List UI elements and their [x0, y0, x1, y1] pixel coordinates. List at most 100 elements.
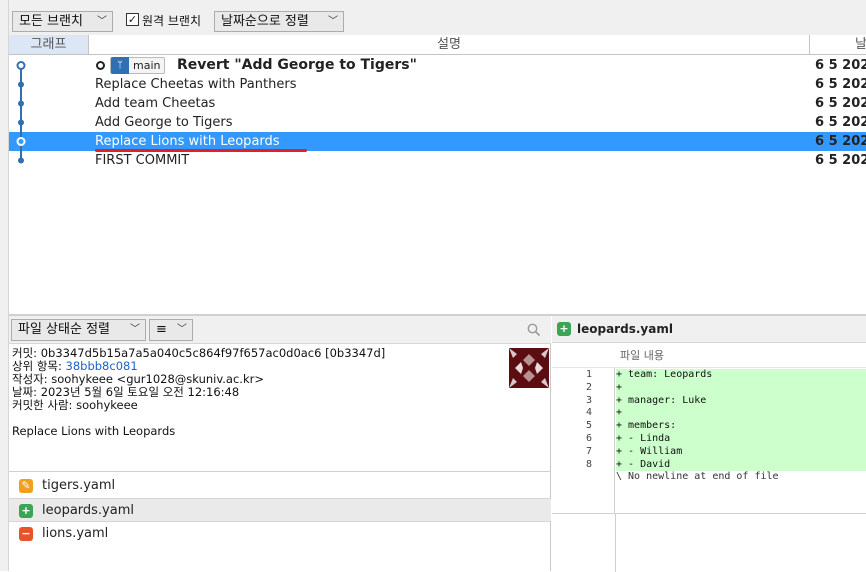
diff-pane: + leopards.yaml 파일 내용 1 2 3 4 5 6 7 8 + … [552, 316, 866, 572]
line-number: 7 [585, 445, 592, 457]
file-panel-toolbar: 파일 상태순 정렬 ﹀ ≡ ﹀ [9, 316, 551, 344]
branch-icon: ᛘ [111, 57, 129, 74]
red-annotation-underline [95, 149, 307, 152]
committer-value: soohykeee [76, 398, 138, 412]
diff-line-added: + [616, 381, 866, 395]
column-header-date-label: 날 [855, 37, 866, 52]
plus-icon: + [557, 322, 571, 336]
commit-hash-label: 커밋: [12, 346, 38, 360]
commit-date: 6 5 202 [815, 153, 866, 168]
commit-row[interactable]: Replace Cheetas with Panthers 6 5 202 [9, 75, 866, 94]
pencil-icon: ✎ [19, 479, 33, 493]
commit-row[interactable]: ᛘ main Revert "Add George to Tigers" 6 5… [9, 56, 866, 75]
line-number: 1 [585, 369, 592, 380]
file-row-selected[interactable]: + leopards.yaml [9, 498, 551, 522]
file-row[interactable]: − lions.yaml [9, 522, 551, 546]
file-row[interactable]: ✎ tigers.yaml [9, 474, 551, 498]
plus-icon: + [19, 504, 33, 518]
remote-branches-label: 원격 브랜치 [142, 14, 202, 28]
diff-line-added: + members: [616, 420, 866, 433]
graph-node-selected [16, 137, 26, 146]
window-top-edge [9, 0, 866, 9]
diff-line-added: + manager: Luke [616, 394, 866, 408]
column-header-description-label: 설명 [437, 37, 461, 52]
date-label: 날짜: [12, 385, 38, 399]
commit-detail-text: 커밋: 0b3347d5b15a7a5a040c5c864f97f657ac0d… [12, 347, 385, 438]
commit-date: 6 5 202 [815, 115, 866, 130]
line-number: 6 [585, 433, 592, 444]
commit-message: Revert "Add George to Tigers" [177, 57, 417, 73]
file-name: tigers.yaml [42, 478, 116, 493]
remote-branches-checkbox[interactable]: ✓ [126, 13, 139, 26]
commit-message: Add George to Tigers [95, 115, 233, 130]
list-view-icon: ≡ [156, 322, 167, 337]
window-left-edge [0, 0, 9, 571]
chevron-down-icon: ﹀ [130, 324, 140, 335]
commit-message: Add team Cheetas [95, 96, 216, 111]
commit-graph [16, 61, 26, 164]
graph-node [18, 157, 24, 164]
author-label: 작성자: [12, 372, 48, 386]
diff-no-newline-note: \ No newline at end of file [616, 471, 779, 483]
minus-icon: − [19, 527, 33, 541]
sort-dropdown[interactable]: 날짜순으로 정렬 ﹀ [214, 11, 344, 32]
view-mode-dropdown[interactable]: ≡ ﹀ [149, 319, 193, 341]
diff-empty-area [552, 513, 866, 572]
commit-date: 6 5 202 [815, 77, 866, 92]
commit-hash-value: 0b3347d5b15a7a5a040c5c864f97f657ac0d0ac6… [40, 346, 386, 360]
history-toolbar: 모든 브랜치 ﹀ ✓ 원격 브랜치 날짜순으로 정렬 ﹀ [9, 9, 866, 35]
branches-dropdown[interactable]: 모든 브랜치 ﹀ [12, 11, 113, 32]
diff-line-added: + [616, 407, 866, 421]
commit-list: ᛘ main Revert "Add George to Tigers" 6 5… [9, 56, 866, 314]
graph-node-head [16, 61, 26, 70]
chevron-down-icon: ﹀ [328, 16, 338, 27]
diff-line-added: + - David [616, 458, 866, 472]
commit-message: FIRST COMMIT [95, 153, 190, 168]
commit-row[interactable]: FIRST COMMIT 6 5 202 [9, 151, 866, 170]
diff-line-added: + - Linda [616, 433, 866, 446]
file-name: lions.yaml [42, 526, 109, 541]
diff-subheader: 파일 내용 [552, 343, 866, 368]
parent-commit-link[interactable]: 38bbb8c081 [66, 359, 138, 373]
parent-label: 상위 항목: [12, 359, 62, 373]
column-header-date[interactable]: 날 [810, 35, 866, 55]
commit-date: 6 5 202 [815, 58, 866, 73]
diff-code: + team: Leopards + + manager: Luke + + m… [616, 368, 866, 513]
line-number: 8 [585, 458, 592, 470]
avatar [509, 348, 549, 388]
commit-message: Replace Cheetas with Panthers [95, 77, 297, 92]
chevron-down-icon: ﹀ [177, 324, 187, 335]
committer-label: 커밋한 사람: [12, 398, 73, 412]
graph-node [18, 119, 24, 126]
chevron-down-icon: ﹀ [97, 16, 107, 27]
commit-row[interactable]: Add George to Tigers 6 5 202 [9, 113, 866, 132]
branch-badge-label: main [133, 59, 161, 72]
changed-files-list: ✎ tigers.yaml + leopards.yaml − lions.ya… [9, 471, 551, 571]
commit-date: 6 5 202 [815, 96, 866, 111]
column-header-description[interactable]: 설명 [89, 35, 810, 55]
sort-dropdown-label: 날짜순으로 정렬 [221, 14, 309, 29]
diff-subheader-label: 파일 내용 [620, 349, 664, 362]
line-number: 4 [585, 407, 592, 419]
graph-node [18, 81, 24, 88]
file-sort-dropdown[interactable]: 파일 상태순 정렬 ﹀ [11, 319, 146, 341]
date-value: 2023년 5월 6일 토요일 오전 12:16:48 [40, 385, 240, 399]
branches-dropdown-label: 모든 브랜치 [19, 14, 83, 29]
commit-detail-pane: 파일 상태순 정렬 ﹀ ≡ ﹀ 커밋: 0b3347d5b15a7a5a040c… [9, 316, 551, 571]
diff-filename: leopards.yaml [577, 322, 673, 336]
commit-row[interactable]: Add team Cheetas 6 5 202 [9, 94, 866, 113]
head-indicator-icon [96, 61, 105, 70]
line-number: 3 [585, 394, 592, 406]
file-name: leopards.yaml [42, 503, 134, 518]
column-header-graph[interactable]: 그래프 [9, 35, 89, 55]
branch-badge[interactable]: ᛘ main [110, 57, 166, 74]
file-sort-dropdown-label: 파일 상태순 정렬 [18, 322, 110, 337]
commit-date: 6 5 202 [815, 134, 866, 149]
search-icon[interactable] [527, 323, 541, 337]
diff-header: + leopards.yaml [552, 316, 866, 343]
graph-node [18, 100, 24, 107]
commit-detail-message: Replace Lions with Leopards [12, 424, 176, 438]
author-value: soohykeee <gur1028@skuniv.ac.kr> [51, 372, 264, 386]
column-header-graph-label: 그래프 [30, 37, 67, 52]
line-number: 2 [585, 381, 592, 393]
